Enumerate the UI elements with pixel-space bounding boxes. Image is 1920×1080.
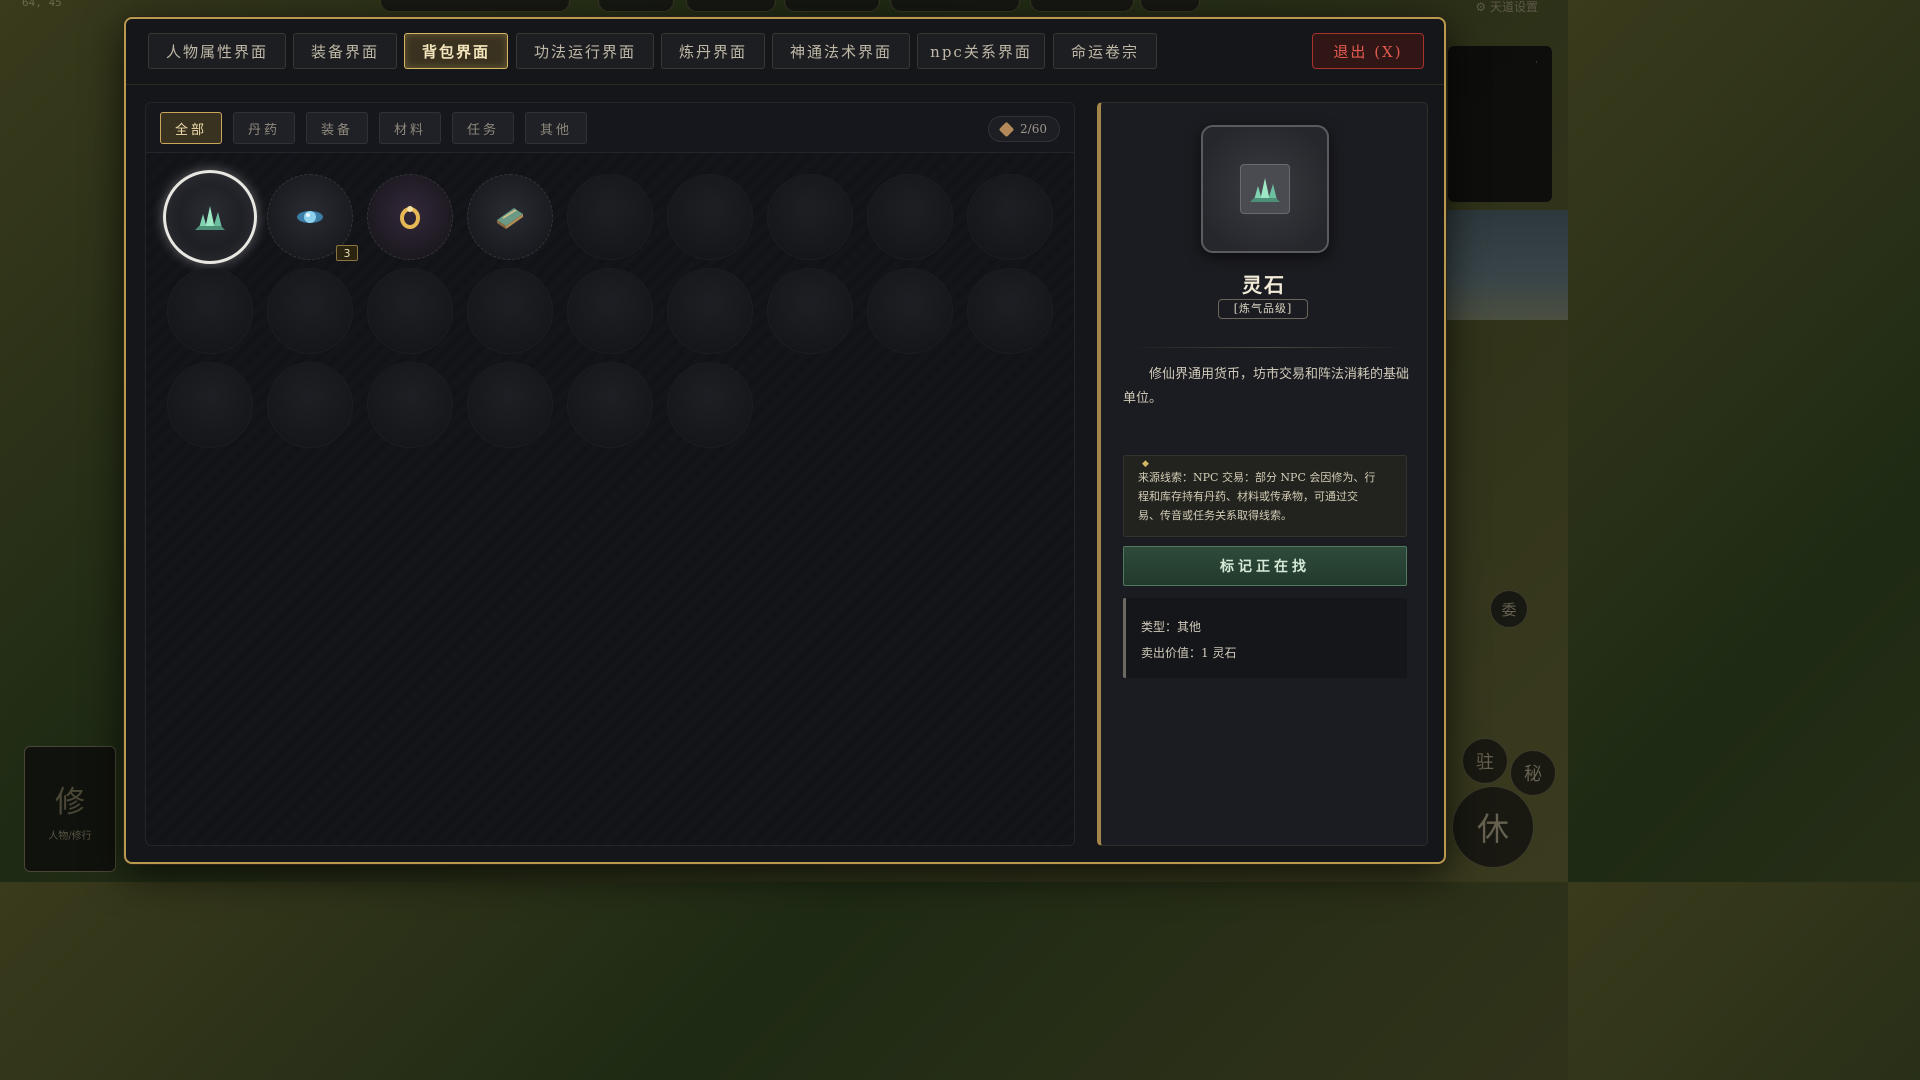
hud-pill [598,0,674,12]
tab-technique[interactable]: 功法运行界面 [516,33,654,69]
source-hint-line: 来源线索：NPC 交易：部分 NPC 会因修为、行 [1138,471,1376,484]
inventory-slot-empty[interactable] [767,174,853,260]
inventory-slot-empty[interactable] [367,268,453,354]
inventory-slot-empty[interactable] [667,268,753,354]
inventory-slot-empty[interactable] [967,268,1053,354]
inventory-slot-empty[interactable] [767,268,853,354]
inventory-slot-empty[interactable] [467,362,553,448]
cultivation-card-label: 人物/修行 [48,830,92,842]
scroll-book-icon [497,208,523,229]
inventory-slot-empty[interactable] [567,362,653,448]
filter-equipment[interactable]: 装备 [306,112,368,144]
gold-ring-icon [400,206,420,229]
hud-pill [380,0,570,12]
inventory-slot-empty[interactable] [567,174,653,260]
inventory-slot-empty[interactable] [167,362,253,448]
item-meta-box: 类型：其他 卖出价值：1 灵石 [1123,598,1407,678]
inventory-slot-empty[interactable] [667,362,753,448]
hud-pill [686,0,776,12]
tab-spells[interactable]: 神通法术界面 [772,33,910,69]
spirit-stone-icon [195,206,225,230]
mark-searching-button[interactable]: 标记正在找 [1123,546,1407,586]
filter-quest[interactable]: 任务 [452,112,514,144]
inventory-slot-empty[interactable] [967,174,1053,260]
item-name: 灵石 [1242,273,1286,297]
settings-button[interactable]: ⚙ 天道设置 [1475,0,1538,15]
tab-character-attributes[interactable]: 人物属性界面 [148,33,286,69]
tab-equipment[interactable]: 装备界面 [293,33,397,69]
inventory-slot-empty[interactable] [867,174,953,260]
inventory-slot-empty[interactable] [167,268,253,354]
box-icon [998,121,1015,137]
background-hud [0,0,1568,16]
inventory-panel: 全部 丹药 装备 材料 任务 其他 2/60 3 [145,102,1075,846]
item-sell-value: 卖出价值：1 灵石 [1141,646,1237,660]
tab-npc-relations[interactable]: npc关系界面 [917,33,1045,69]
item-preview-tile [1240,164,1290,214]
capacity-text: 2/60 [1020,122,1047,136]
item-preview-frame [1201,125,1329,253]
item-detail-panel: 灵石 [炼气品级] 修仙界通用货币，坊市交易和阵法消耗的基础单位。 ◆ 来源线索… [1097,102,1428,846]
spirit-stone-icon [1250,178,1280,202]
tab-inventory[interactable]: 背包界面 [404,33,508,69]
secret-button[interactable]: 秘 [1510,750,1556,796]
inventory-slot-empty[interactable] [267,268,353,354]
hud-pill [1030,0,1134,12]
cultivation-card[interactable]: 修 人物/修行 [24,746,116,872]
diamond-icon: ◆ [1142,459,1149,469]
inventory-slot-empty[interactable] [667,174,753,260]
exit-button[interactable]: 退出 (X) [1312,33,1424,69]
source-hint-line: 程和库存持有丹药、材料或传承物，可通过交 [1138,490,1358,503]
inventory-slot-empty[interactable] [467,268,553,354]
inventory-slot-spirit-stone[interactable] [163,170,257,264]
hud-pill [1140,0,1200,12]
map-coordinates: 64, 45 [22,0,62,9]
blue-orb-icon [297,211,323,223]
filter-pills[interactable]: 丹药 [233,112,295,144]
modal-tab-bar: 人物属性界面 装备界面 背包界面 功法运行界面 炼丹界面 神通法术界面 npc关… [126,19,1444,85]
minimap-label: · [1535,58,1538,68]
filter-all[interactable]: 全部 [160,112,222,144]
detail-divider [1127,347,1407,348]
inventory-slot-empty[interactable] [867,268,953,354]
hud-pill [890,0,1020,12]
inventory-slot-scroll[interactable] [467,174,553,260]
item-quantity: 3 [336,245,358,261]
inventory-modal: 人物属性界面 装备界面 背包界面 功法运行界面 炼丹界面 神通法术界面 npc关… [124,17,1446,864]
rest-button[interactable]: 休 [1452,786,1534,868]
filter-other[interactable]: 其他 [525,112,587,144]
cultivation-card-glyph: 修 [55,784,85,820]
item-description: 修仙界通用货币，坊市交易和阵法消耗的基础单位。 [1123,367,1410,406]
inventory-slot-empty[interactable] [367,362,453,448]
minimap-panel: · [1448,46,1552,202]
map-water [1446,210,1568,320]
inventory-slot-empty[interactable] [567,268,653,354]
source-hint-line: 易、传音或任务关系取得线索。 [1138,509,1292,522]
hud-pill [784,0,880,12]
item-grade-badge: [炼气品级] [1218,299,1308,319]
item-type: 类型：其他 [1141,620,1202,634]
station-button[interactable]: 驻 [1462,738,1508,784]
tab-destiny-scroll[interactable]: 命运卷宗 [1053,33,1157,69]
filter-bar: 全部 丹药 装备 材料 任务 其他 2/60 [146,103,1074,153]
inventory-slot-empty[interactable] [267,362,353,448]
source-hint-box: ◆ 来源线索：NPC 交易：部分 NPC 会因修为、行 程和库存持有丹药、材料或… [1123,455,1407,537]
commission-button[interactable]: 委 [1490,590,1528,628]
settings-label: 天道设置 [1489,0,1538,14]
inventory-slot-gold-ring[interactable] [367,174,453,260]
filter-materials[interactable]: 材料 [379,112,441,144]
inventory-slot-blue-orb[interactable]: 3 [267,174,358,261]
tab-alchemy[interactable]: 炼丹界面 [661,33,765,69]
capacity-indicator: 2/60 [988,116,1060,142]
